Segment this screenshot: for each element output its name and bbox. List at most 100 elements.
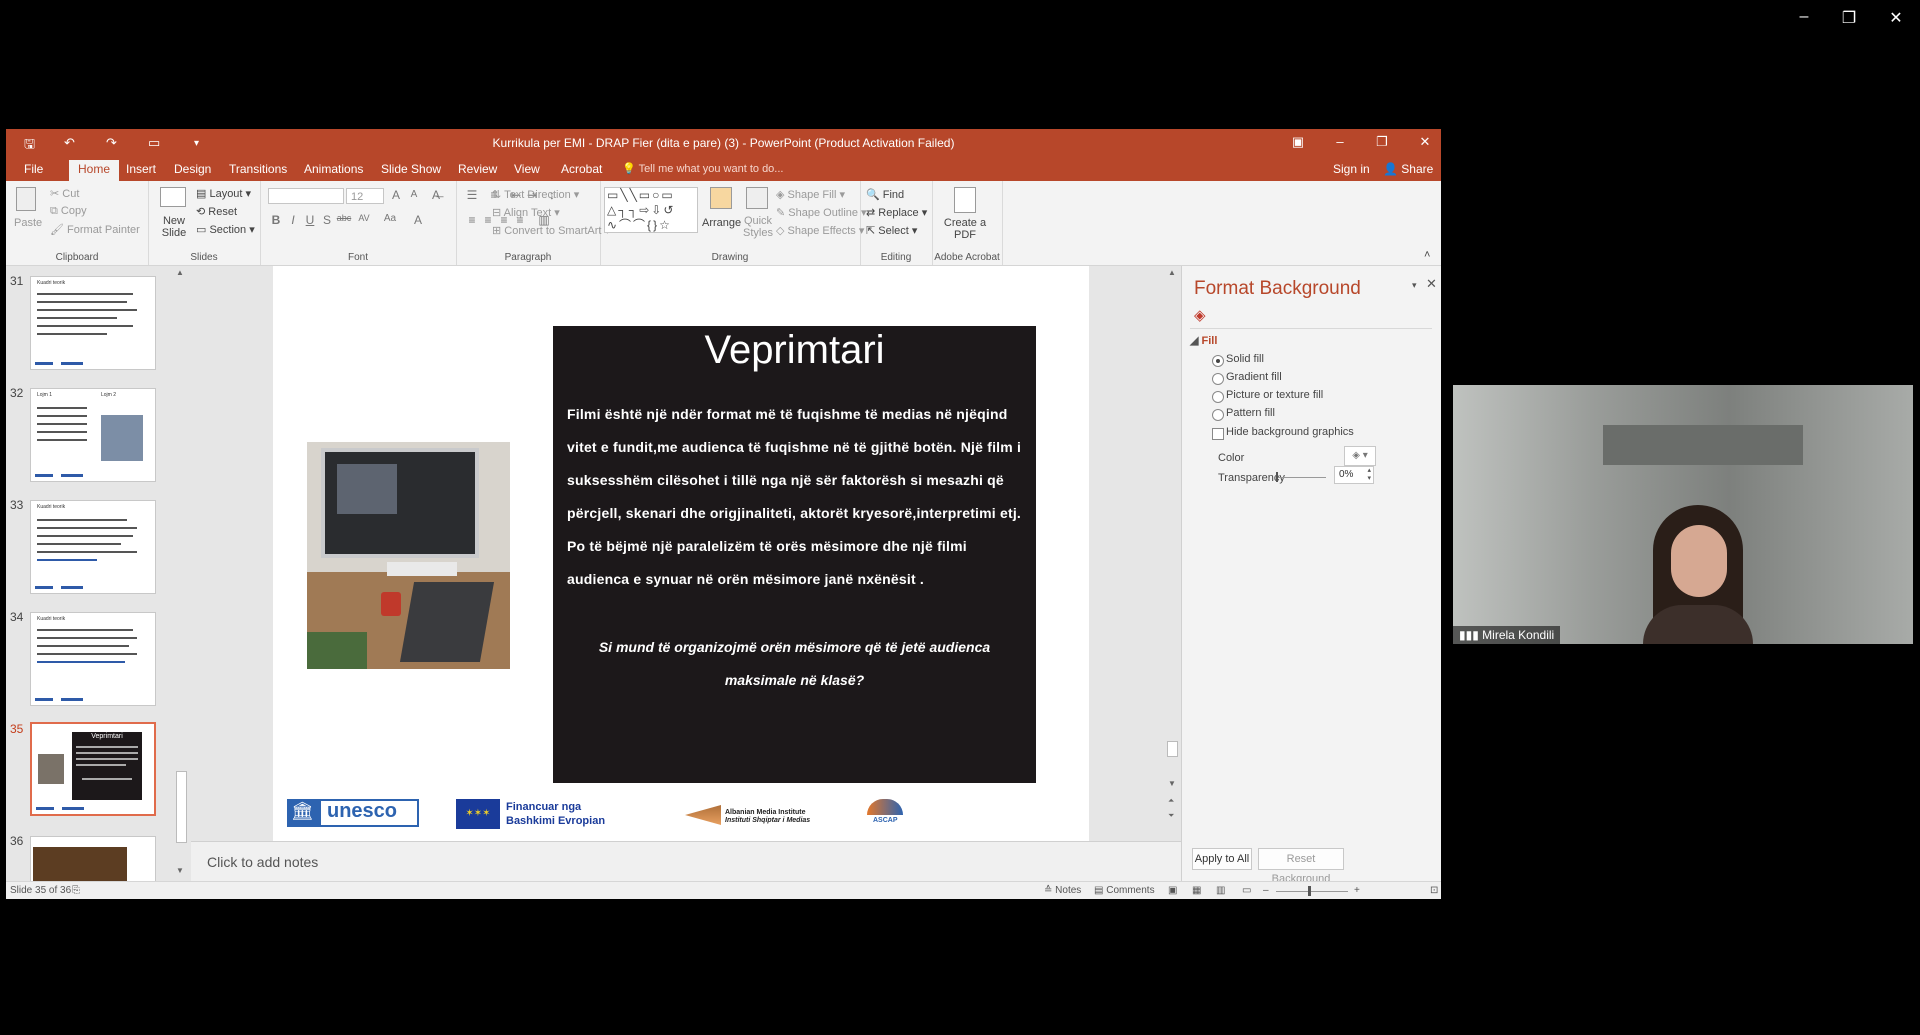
- outer-minimize-button[interactable]: –: [1784, 8, 1824, 26]
- slideshow-icon[interactable]: ▭: [1242, 885, 1251, 896]
- quick-styles-button[interactable]: Quick Styles: [740, 215, 776, 239]
- scroll-down-icon[interactable]: ▼: [176, 866, 184, 875]
- next-slide-icon[interactable]: ⏷: [1168, 811, 1174, 821]
- zoom-slider-thumb[interactable]: [1308, 886, 1311, 896]
- fill-bucket-icon[interactable]: ◈: [1194, 306, 1206, 324]
- scroll-up-icon[interactable]: ▲: [1168, 268, 1176, 277]
- ribbon-display-options-icon[interactable]: ▣: [1283, 134, 1313, 150]
- paste-icon[interactable]: [16, 187, 36, 211]
- reading-view-icon[interactable]: ▥: [1216, 885, 1225, 896]
- slide-question[interactable]: Si mund të organizojmë orën mësimore që …: [573, 631, 1016, 697]
- spinner-icon[interactable]: ▴ ▾: [1367, 467, 1371, 483]
- notes-placeholder[interactable]: Click to add notes: [207, 854, 318, 870]
- outer-close-button[interactable]: ✕: [1876, 8, 1916, 28]
- slide-scrollbar[interactable]: ▲ ▼ ⏶ ⏷: [1165, 266, 1179, 841]
- slide-thumbnail-33[interactable]: Kuadri teorik: [30, 500, 156, 594]
- zoom-in-icon[interactable]: +: [1354, 885, 1360, 896]
- slide-canvas[interactable]: Veprimtari Filmi është një ndër format m…: [273, 266, 1089, 841]
- tab-acrobat[interactable]: Acrobat: [561, 162, 602, 176]
- slide-thumbnail-32[interactable]: Lojm 1 Lojm 2: [30, 388, 156, 482]
- bold-icon[interactable]: B: [268, 213, 284, 227]
- align-text-button[interactable]: ⊟ Align Text ▾: [492, 206, 560, 219]
- find-button[interactable]: 🔍 Find: [866, 188, 904, 201]
- comments-button[interactable]: ▤ Comments: [1094, 885, 1155, 896]
- replace-button[interactable]: ⇄ Replace ▾: [866, 206, 927, 219]
- font-color-icon[interactable]: A: [410, 213, 426, 227]
- scroll-thumb[interactable]: [176, 771, 187, 843]
- slide-title[interactable]: Veprimtari: [553, 328, 1036, 373]
- sign-in-link[interactable]: Sign in: [1333, 162, 1370, 176]
- char-spacing-icon[interactable]: AV: [356, 213, 372, 223]
- slider-thumb[interactable]: [1276, 472, 1278, 482]
- zoom-out-icon[interactable]: –: [1263, 885, 1269, 896]
- slide-thumbnail-31[interactable]: Kuadri teorik: [30, 276, 156, 370]
- paste-button[interactable]: Paste: [14, 217, 42, 229]
- transparency-slider[interactable]: [1276, 472, 1326, 482]
- tab-transitions[interactable]: Transitions: [229, 162, 287, 176]
- new-slide-icon[interactable]: [160, 187, 186, 207]
- thumbnails-scrollbar[interactable]: ▲ ▼: [174, 266, 188, 882]
- reset-background-button[interactable]: Reset Background: [1258, 848, 1344, 885]
- shapes-gallery[interactable]: ▭╲╲▭○▭ △┐┐⇨⇩↺ ∿⌒⌒{}☆: [604, 187, 698, 233]
- font-size-combo[interactable]: 12: [346, 188, 384, 204]
- pane-options-icon[interactable]: ▾: [1412, 280, 1417, 291]
- shape-outline-button[interactable]: ✎ Shape Outline ▾: [776, 206, 867, 219]
- content-box[interactable]: Veprimtari Filmi është një ndër format m…: [553, 326, 1036, 783]
- tab-animations[interactable]: Animations: [304, 162, 363, 176]
- picture-fill-label[interactable]: Picture or texture fill: [1226, 389, 1323, 401]
- tab-file[interactable]: File: [24, 162, 43, 176]
- bullets-icon[interactable]: ☰: [464, 188, 480, 202]
- copy-button[interactable]: ⧉ Copy: [50, 205, 87, 218]
- hide-graphics-checkbox[interactable]: [1212, 428, 1224, 440]
- cut-button[interactable]: ✂ Cut: [50, 187, 79, 200]
- change-case-icon[interactable]: Aa: [382, 213, 398, 224]
- shrink-font-icon[interactable]: A: [406, 189, 422, 200]
- slide-body-text[interactable]: Filmi është një ndër format më të fuqish…: [567, 398, 1024, 596]
- arrange-icon[interactable]: [710, 187, 732, 209]
- gradient-fill-label[interactable]: Gradient fill: [1226, 371, 1282, 383]
- slide-thumbnail-34[interactable]: Kuadri teorik: [30, 612, 156, 706]
- font-family-combo[interactable]: [268, 188, 344, 204]
- slide-image[interactable]: [307, 442, 510, 669]
- transparency-input[interactable]: 0% ▴ ▾: [1334, 466, 1374, 484]
- tab-slide-show[interactable]: Slide Show: [381, 162, 441, 176]
- prev-slide-icon[interactable]: ⏶: [1168, 796, 1174, 806]
- pattern-fill-label[interactable]: Pattern fill: [1226, 407, 1275, 419]
- clear-format-icon[interactable]: A̶: [428, 188, 444, 202]
- minimize-button[interactable]: –: [1325, 134, 1355, 149]
- tab-review[interactable]: Review: [458, 162, 497, 176]
- restore-button[interactable]: ❐: [1367, 134, 1397, 150]
- grow-font-icon[interactable]: A: [388, 188, 404, 202]
- tab-design[interactable]: Design: [174, 162, 211, 176]
- slide-sorter-icon[interactable]: ▦: [1192, 885, 1201, 896]
- align-left-icon[interactable]: ≡: [464, 213, 480, 227]
- tell-me-search[interactable]: 💡 Tell me what you want to do...: [622, 162, 783, 175]
- slide-thumbnail-35[interactable]: Veprimtari: [30, 722, 156, 816]
- notes-pane[interactable]: Click to add notes: [191, 841, 1181, 882]
- apply-to-all-button[interactable]: Apply to All: [1192, 848, 1252, 870]
- pdf-icon[interactable]: [954, 187, 976, 213]
- fit-slide-icon[interactable]: ⊡: [1430, 885, 1438, 896]
- tab-home[interactable]: Home: [69, 160, 120, 181]
- tab-view[interactable]: View: [514, 162, 540, 176]
- select-button[interactable]: ⇱ Select ▾: [866, 224, 917, 237]
- tab-insert[interactable]: Insert: [126, 162, 156, 176]
- color-picker-button[interactable]: ◈ ▾: [1344, 446, 1376, 466]
- notes-button[interactable]: ≙ Notes: [1044, 885, 1081, 896]
- convert-smartart-button[interactable]: ⊞ Convert to SmartArt ▾: [492, 224, 610, 237]
- scroll-thumb[interactable]: [1167, 741, 1178, 757]
- picture-fill-radio[interactable]: [1212, 391, 1224, 403]
- solid-fill-label[interactable]: Solid fill: [1226, 353, 1264, 365]
- normal-view-icon[interactable]: ▣: [1168, 885, 1177, 896]
- scroll-up-icon[interactable]: ▲: [176, 268, 184, 277]
- pane-close-icon[interactable]: ✕: [1426, 276, 1437, 292]
- text-direction-button[interactable]: ⇅ Text Direction ▾: [492, 188, 579, 201]
- close-button[interactable]: ✕: [1410, 134, 1440, 150]
- create-pdf-button[interactable]: Create a PDF: [942, 217, 988, 241]
- pattern-fill-radio[interactable]: [1212, 409, 1224, 421]
- reset-button[interactable]: ⟲ Reset: [196, 205, 237, 218]
- quick-styles-icon[interactable]: [746, 187, 768, 209]
- shape-effects-button[interactable]: ◇ Shape Effects ▾: [776, 224, 864, 237]
- italic-icon[interactable]: I: [285, 213, 301, 227]
- slide-thumbnail-36[interactable]: [30, 836, 156, 882]
